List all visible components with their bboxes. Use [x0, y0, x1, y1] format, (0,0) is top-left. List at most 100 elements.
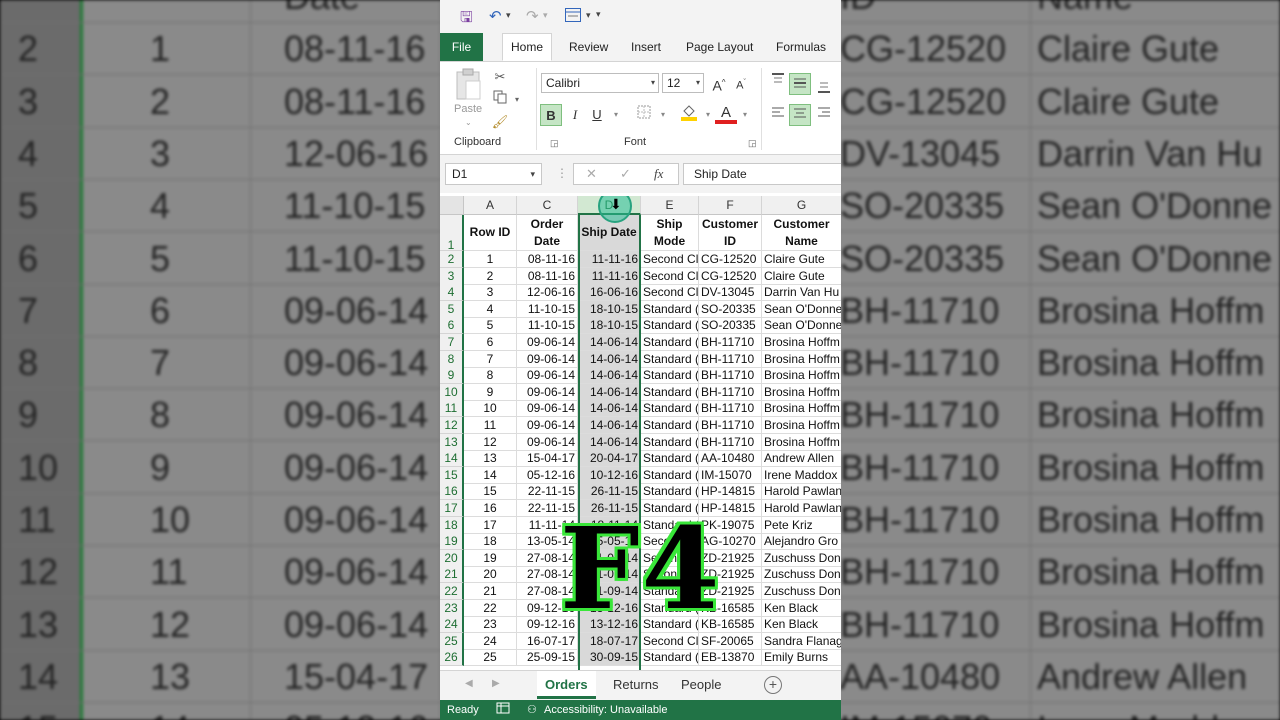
redo-icon[interactable]: ↷	[526, 7, 539, 25]
table-cell[interactable]: Standard (	[641, 383, 699, 401]
align-top-icon[interactable]	[767, 70, 789, 92]
row-header[interactable]: 13	[440, 433, 464, 451]
table-cell[interactable]: 7	[464, 350, 517, 368]
table-cell[interactable]: 12-06-16	[517, 284, 578, 302]
table-cell[interactable]: Zuschuss Dona	[762, 583, 841, 600]
shrink-font-button[interactable]: Aˇ	[730, 72, 752, 94]
table-cell[interactable]: 6	[464, 334, 517, 351]
table-cell[interactable]: 13	[464, 450, 517, 468]
cancel-entry-icon[interactable]: ✕	[586, 166, 597, 182]
table-cell[interactable]: Claire Gute	[762, 251, 841, 268]
table-cell[interactable]: Harold Pawlan	[762, 483, 841, 501]
row-header[interactable]: 3	[440, 267, 464, 285]
table-cell[interactable]: 11-10-15	[517, 317, 578, 335]
table-cell[interactable]: Brosina Hoffm	[762, 351, 841, 368]
table-cell[interactable]: Alejandro Gro	[762, 533, 841, 551]
table-cell[interactable]: BH-11710	[699, 400, 762, 418]
table-cell[interactable]: 15-04-17	[517, 450, 578, 468]
table-cell[interactable]: 2	[464, 267, 517, 285]
header-cell[interactable]: Ship Mode	[641, 215, 699, 251]
table-cell[interactable]: 18-10-15	[578, 300, 641, 318]
table-cell[interactable]: Brosina Hoffm	[762, 384, 841, 401]
table-cell[interactable]: 30-09-15	[578, 649, 641, 667]
table-cell[interactable]: 14-06-14	[578, 334, 641, 351]
table-cell[interactable]: 14-06-14	[578, 350, 641, 368]
align-left-icon[interactable]	[767, 104, 789, 126]
add-sheet-icon[interactable]: +	[764, 676, 782, 694]
table-cell[interactable]: Harold Pawlan	[762, 500, 841, 517]
row-header[interactable]: 12	[440, 417, 464, 434]
row-header[interactable]: 10	[440, 383, 464, 401]
table-cell[interactable]: Standard (	[641, 450, 699, 468]
table-cell[interactable]: BH-11710	[699, 334, 762, 351]
table-cell[interactable]: 14-06-14	[578, 383, 641, 401]
table-cell[interactable]: IM-15070	[699, 466, 762, 484]
table-cell[interactable]: Darrin Van Hu	[762, 284, 841, 302]
header-cell[interactable]: Customer ID	[699, 215, 762, 251]
table-cell[interactable]: 05-12-16	[517, 466, 578, 484]
table-cell[interactable]: CG-12520	[699, 251, 762, 268]
table-cell[interactable]: Sean O'Donne	[762, 301, 841, 318]
table-cell[interactable]: 20	[464, 566, 517, 584]
table-cell[interactable]: 11	[464, 417, 517, 434]
italic-button[interactable]: I	[564, 104, 586, 126]
table-cell[interactable]: 11-10-15	[517, 300, 578, 318]
table-cell[interactable]: 18-07-17	[578, 632, 641, 650]
table-cell[interactable]: BH-11710	[699, 367, 762, 385]
table-cell[interactable]: 24	[464, 632, 517, 650]
header-cell[interactable]: Customer Name	[762, 215, 841, 251]
redo-dropdown-icon[interactable]: ▾	[543, 10, 548, 21]
row-header[interactable]: 14	[440, 450, 464, 468]
table-cell[interactable]: 16-06-16	[578, 284, 641, 302]
customize-qat-icon[interactable]: ▾	[596, 9, 601, 20]
table-cell[interactable]: 10	[464, 400, 517, 418]
row-header[interactable]: 17	[440, 500, 464, 517]
accessibility-status[interactable]: Accessibility: Unavailable	[544, 700, 668, 720]
tab-review[interactable]: Review	[561, 33, 616, 61]
row-header[interactable]: 25	[440, 632, 464, 650]
table-cell[interactable]: 5	[464, 317, 517, 335]
enter-entry-icon[interactable]: ✓	[620, 166, 631, 182]
table-cell[interactable]: 22-11-15	[517, 483, 578, 501]
formula-bar-grip-icon[interactable]: ⋮	[556, 166, 568, 180]
align-right-icon[interactable]	[813, 104, 835, 126]
tab-formulas[interactable]: Formulas	[768, 33, 834, 61]
row-header[interactable]: 15	[440, 466, 464, 484]
table-cell[interactable]: Brosina Hoffm	[762, 334, 841, 351]
table-cell[interactable]: Standard (	[641, 649, 699, 667]
table-cell[interactable]: Standard (	[641, 433, 699, 451]
format-painter-icon[interactable]: 🖌	[489, 111, 511, 133]
table-cell[interactable]: 14-06-14	[578, 433, 641, 451]
table-cell[interactable]: Standard (	[641, 417, 699, 434]
table-cell[interactable]: SO-20335	[699, 317, 762, 335]
table-cell[interactable]: 14-06-14	[578, 367, 641, 385]
row-header[interactable]: 8	[440, 350, 464, 368]
table-cell[interactable]: Sandra Flanag	[762, 633, 841, 650]
table-cell[interactable]: 3	[464, 284, 517, 302]
grow-font-button[interactable]: A^	[708, 72, 730, 94]
table-cell[interactable]: 09-06-14	[517, 334, 578, 351]
insert-function-icon[interactable]: fx	[654, 166, 663, 182]
table-cell[interactable]: 08-11-16	[517, 251, 578, 268]
align-bottom-icon[interactable]	[813, 78, 835, 100]
table-cell[interactable]: Brosina Hoffm	[762, 434, 841, 451]
row-header[interactable]: 5	[440, 300, 464, 318]
table-cell[interactable]: BH-11710	[699, 417, 762, 434]
table-cell[interactable]: BH-11710	[699, 433, 762, 451]
table-cell[interactable]: 9	[464, 383, 517, 401]
clipboard-launcher-icon[interactable]: ◲	[550, 138, 559, 149]
row-header[interactable]: 7	[440, 334, 464, 351]
row-header[interactable]: 23	[440, 599, 464, 617]
select-all-corner[interactable]	[440, 196, 464, 215]
table-cell[interactable]: 16	[464, 500, 517, 517]
table-cell[interactable]: Second Cla	[641, 267, 699, 285]
row-header[interactable]: 18	[440, 516, 464, 534]
table-cell[interactable]: 21	[464, 583, 517, 600]
table-cell[interactable]: 11-11-16	[578, 251, 641, 268]
table-cell[interactable]: Emily Burns	[762, 649, 841, 667]
table-cell[interactable]: SF-20065	[699, 632, 762, 650]
table-cell[interactable]: 19	[464, 549, 517, 567]
table-cell[interactable]: Standard (	[641, 317, 699, 335]
sheet-tab-orders[interactable]: Orders	[537, 671, 596, 699]
row-header[interactable]: 20	[440, 549, 464, 567]
